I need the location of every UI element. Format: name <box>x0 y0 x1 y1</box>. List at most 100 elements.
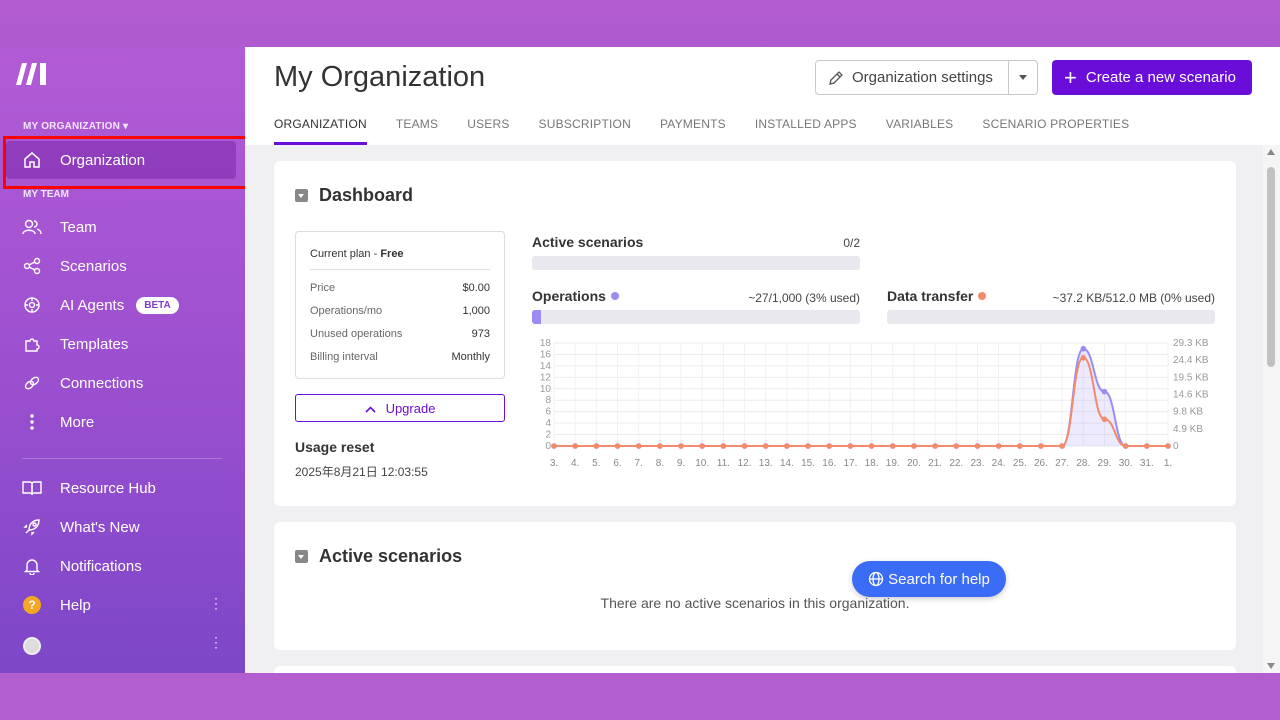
y-left-tick-label: 16 <box>540 349 552 360</box>
scrollbar-thumb[interactable] <box>1267 167 1275 367</box>
org-switcher[interactable]: MY ORGANIZATION ▾ <box>23 121 128 132</box>
sidebar-item-help[interactable]: ? Help <box>6 586 236 624</box>
data-transfer-point <box>1122 443 1129 449</box>
operations-bar-fill <box>532 310 541 324</box>
help-menu-kebab-icon[interactable]: ⋮ <box>209 595 223 612</box>
dashboard-title-text: Dashboard <box>319 185 414 205</box>
operations-label-text: Operations <box>532 288 606 304</box>
caret-down-icon <box>1019 75 1027 80</box>
data-transfer-label: Data transfer <box>887 288 987 304</box>
sidebar-item-label: Notifications <box>60 557 142 575</box>
sidebar-item-connections[interactable]: Connections <box>6 364 236 402</box>
tab-organization[interactable]: ORGANIZATION <box>274 117 367 145</box>
plus-icon: + <box>1064 64 1077 90</box>
plan-header: Current plan - Free <box>310 232 490 270</box>
data-transfer-point <box>657 443 663 449</box>
sidebar-item-label: What's New <box>60 518 140 536</box>
sidebar-item-organization[interactable]: Organization <box>6 141 236 179</box>
y-right-tick-label: 9.8 KB <box>1173 407 1203 418</box>
globe-icon <box>868 571 884 587</box>
agent-icon <box>22 295 42 315</box>
collapse-toggle-icon[interactable] <box>295 189 308 202</box>
plan-row-value: 973 <box>471 328 490 340</box>
sidebar: MY ORGANIZATION ▾ Organization MY TEAM T… <box>0 47 255 673</box>
plan-row: Billing interval Monthly <box>310 343 490 366</box>
beta-badge: BETA <box>136 296 179 314</box>
x-tick-label: 15. <box>801 458 815 469</box>
tab-installed-apps[interactable]: INSTALLED APPS <box>755 117 857 145</box>
tab-users[interactable]: USERS <box>467 117 509 145</box>
x-tick-label: 13. <box>759 458 773 469</box>
vertical-scrollbar[interactable] <box>1263 145 1280 673</box>
operations-value: ~27/1,000 (3% used) <box>748 291 860 305</box>
sidebar-item-label: More <box>60 413 95 431</box>
create-scenario-button[interactable]: + Create a new scenario <box>1052 60 1252 95</box>
sidebar-item-more[interactable]: More <box>6 403 236 441</box>
settings-text: Organization settings <box>852 69 993 86</box>
tab-scenario-properties[interactable]: SCENARIO PROPERTIES <box>982 117 1129 145</box>
sidebar-item-label: Templates <box>60 335 129 353</box>
sidebar-item-label: Organization <box>60 151 146 169</box>
collapse-toggle-icon[interactable] <box>295 550 308 563</box>
organization-settings-label[interactable]: Organization settings <box>816 61 1009 94</box>
next-card <box>274 666 1236 673</box>
plan-row-label: Operations/mo <box>310 305 383 317</box>
help-icon: ? <box>23 596 41 614</box>
sidebar-item-profile[interactable] <box>6 627 236 665</box>
tab-payments[interactable]: PAYMENTS <box>660 117 726 145</box>
dashboard-title: Dashboard <box>295 185 413 206</box>
active-scenarios-label: Active scenarios <box>532 234 644 250</box>
data-transfer-point <box>995 443 1002 449</box>
tab-variables[interactable]: VARIABLES <box>886 117 954 145</box>
sidebar-item-team[interactable]: Team <box>6 208 236 246</box>
operations-area <box>554 348 1168 446</box>
y-right-tick-label: 14.6 KB <box>1173 390 1209 401</box>
data-transfer-point <box>1038 443 1044 449</box>
plan-row-value: 1,000 <box>462 305 490 317</box>
tab-teams[interactable]: TEAMS <box>396 117 438 145</box>
x-tick-label: 10. <box>695 458 709 469</box>
data-transfer-point <box>551 443 557 449</box>
bell-icon <box>22 556 42 576</box>
data-transfer-point <box>1080 354 1087 361</box>
scroll-down-icon[interactable] <box>1267 663 1275 669</box>
dashboard-card: Dashboard Current plan - Free Price $0.00… <box>274 161 1236 506</box>
sidebar-item-whats-new[interactable]: What's New <box>6 508 236 546</box>
search-for-help-button[interactable]: Search for help <box>852 561 1006 597</box>
sidebar-item-scenarios[interactable]: Scenarios <box>6 247 236 285</box>
x-tick-label: 26. <box>1034 458 1048 469</box>
data-transfer-point <box>1059 443 1065 449</box>
usage-reset-title: Usage reset <box>295 439 375 455</box>
data-transfer-legend-dot <box>978 292 987 300</box>
sidebar-item-label: Connections <box>60 374 144 392</box>
y-right-tick-label: 0 <box>1173 441 1179 452</box>
settings-dropdown-toggle[interactable] <box>1009 61 1037 94</box>
plan-name: Free <box>380 248 404 260</box>
scroll-up-icon[interactable] <box>1267 149 1275 155</box>
avatar <box>23 637 41 655</box>
create-scenario-label: Create a new scenario <box>1085 69 1236 86</box>
data-transfer-point <box>699 443 706 449</box>
x-tick-label: 3. <box>550 458 558 469</box>
tab-subscription[interactable]: SUBSCRIPTION <box>539 117 631 145</box>
data-transfer-point <box>741 443 748 449</box>
sidebar-item-ai-agents[interactable]: AI Agents BETA <box>6 286 236 324</box>
usage-chart: 0246810121416183. 4. 5. 6. 7. 8. 9. 10. 11. 12. 13… <box>540 339 1209 469</box>
y-left-tick-label: 18 <box>540 339 552 349</box>
data-transfer-point <box>974 443 981 449</box>
profile-menu-kebab-icon[interactable]: ⋮ <box>209 634 223 651</box>
organization-settings-button: Organization settings <box>815 60 1038 95</box>
y-left-tick-label: 12 <box>540 372 552 383</box>
sidebar-item-resource-hub[interactable]: Resource Hub <box>6 469 236 507</box>
y-left-tick-label: 0 <box>545 441 551 452</box>
data-transfer-point <box>1144 443 1150 449</box>
sidebar-item-notifications[interactable]: Notifications <box>6 547 236 585</box>
upgrade-button[interactable]: Upgrade <box>295 394 505 422</box>
x-tick-label: 8. <box>656 458 664 469</box>
sidebar-item-templates[interactable]: Templates <box>6 325 236 363</box>
data-transfer-point <box>593 443 600 449</box>
make-logo-icon[interactable] <box>16 63 50 85</box>
x-tick-label: 29. <box>1098 458 1112 469</box>
y-right-tick-label: 4.9 KB <box>1173 424 1203 435</box>
data-transfer-value: ~37.2 KB/512.0 MB (0% used) <box>1052 291 1215 305</box>
